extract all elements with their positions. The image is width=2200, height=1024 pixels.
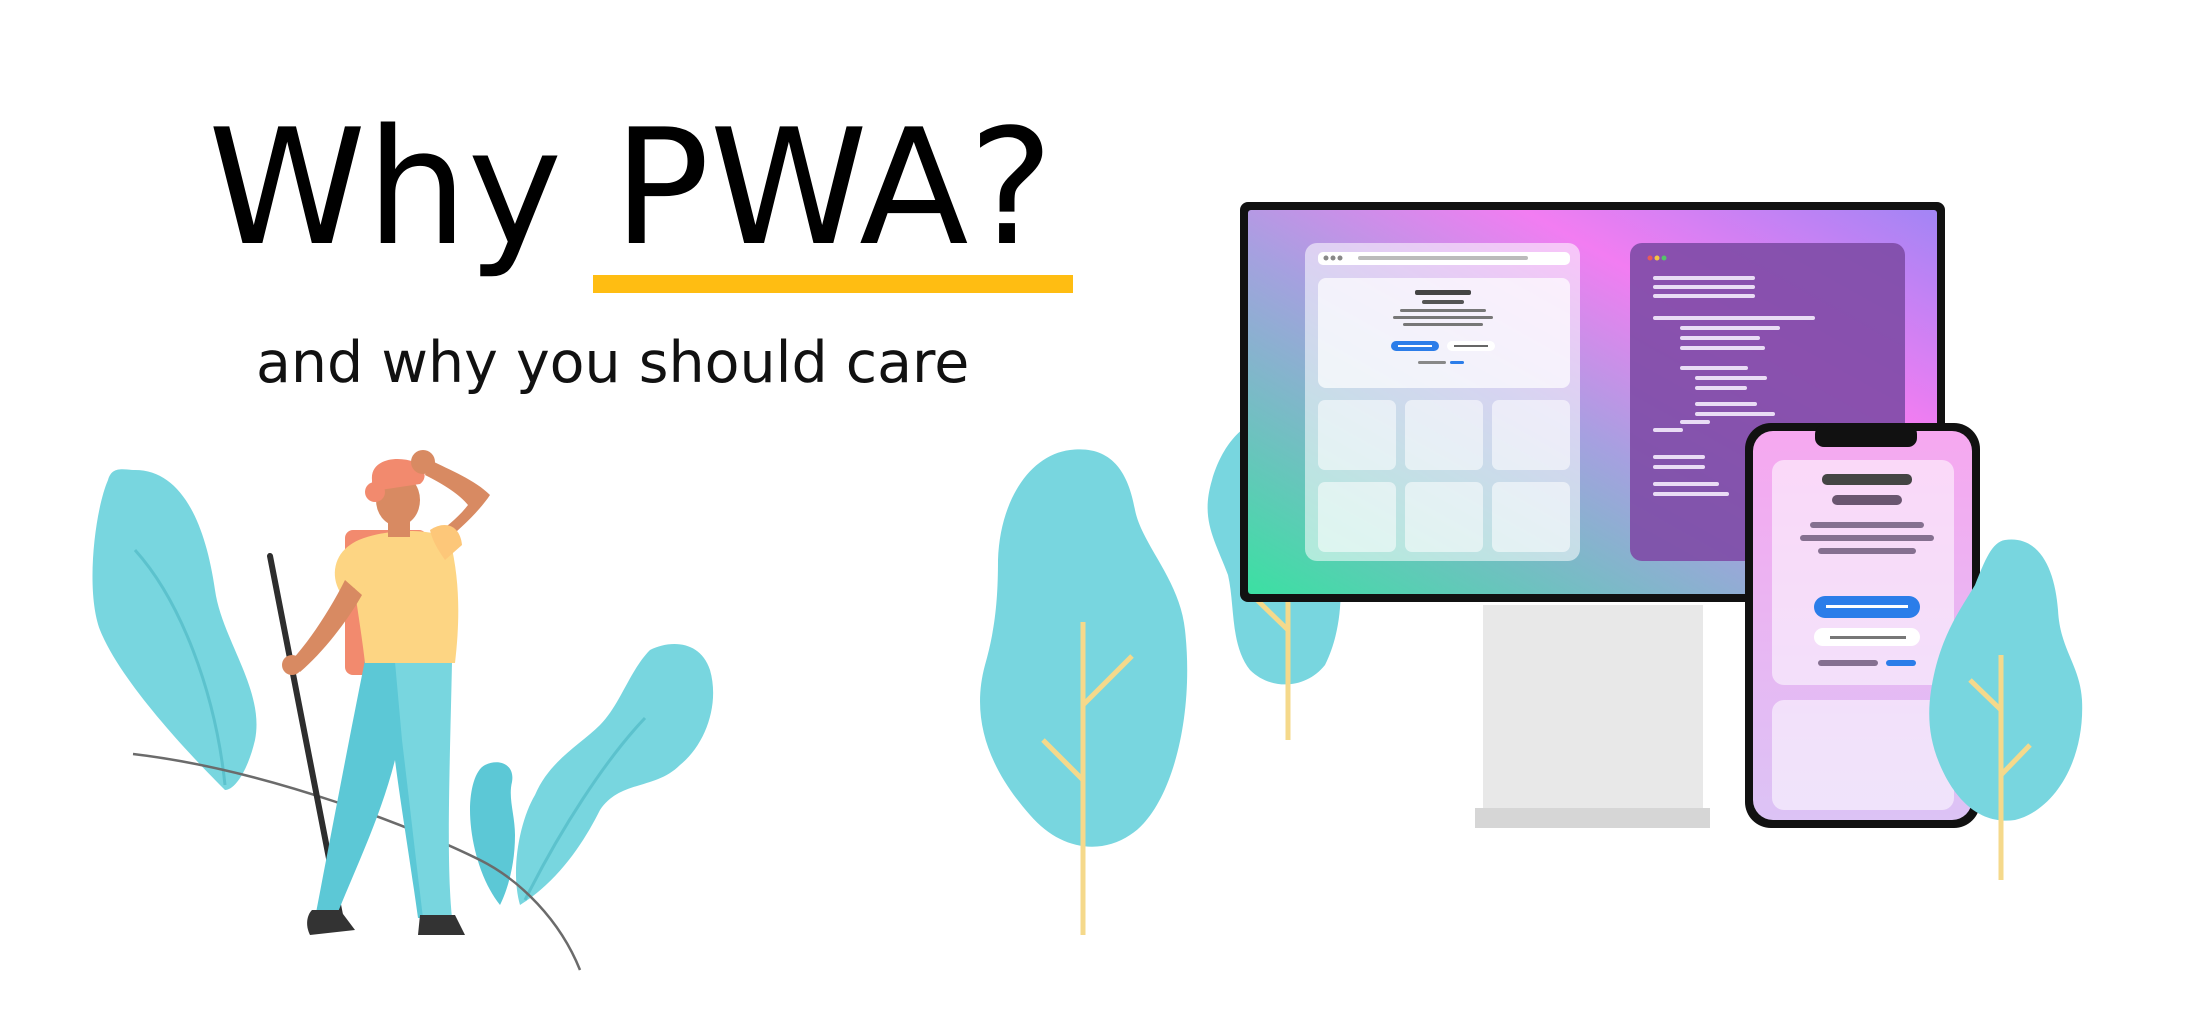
left-plant xyxy=(92,469,257,790)
hero-illustration xyxy=(92,202,2083,971)
browser-window-mockup xyxy=(1305,243,1580,561)
hiker-figure xyxy=(267,450,490,935)
window-dots-icon xyxy=(1323,255,1329,261)
tree-large xyxy=(980,449,1188,935)
bush-plant xyxy=(470,644,714,905)
